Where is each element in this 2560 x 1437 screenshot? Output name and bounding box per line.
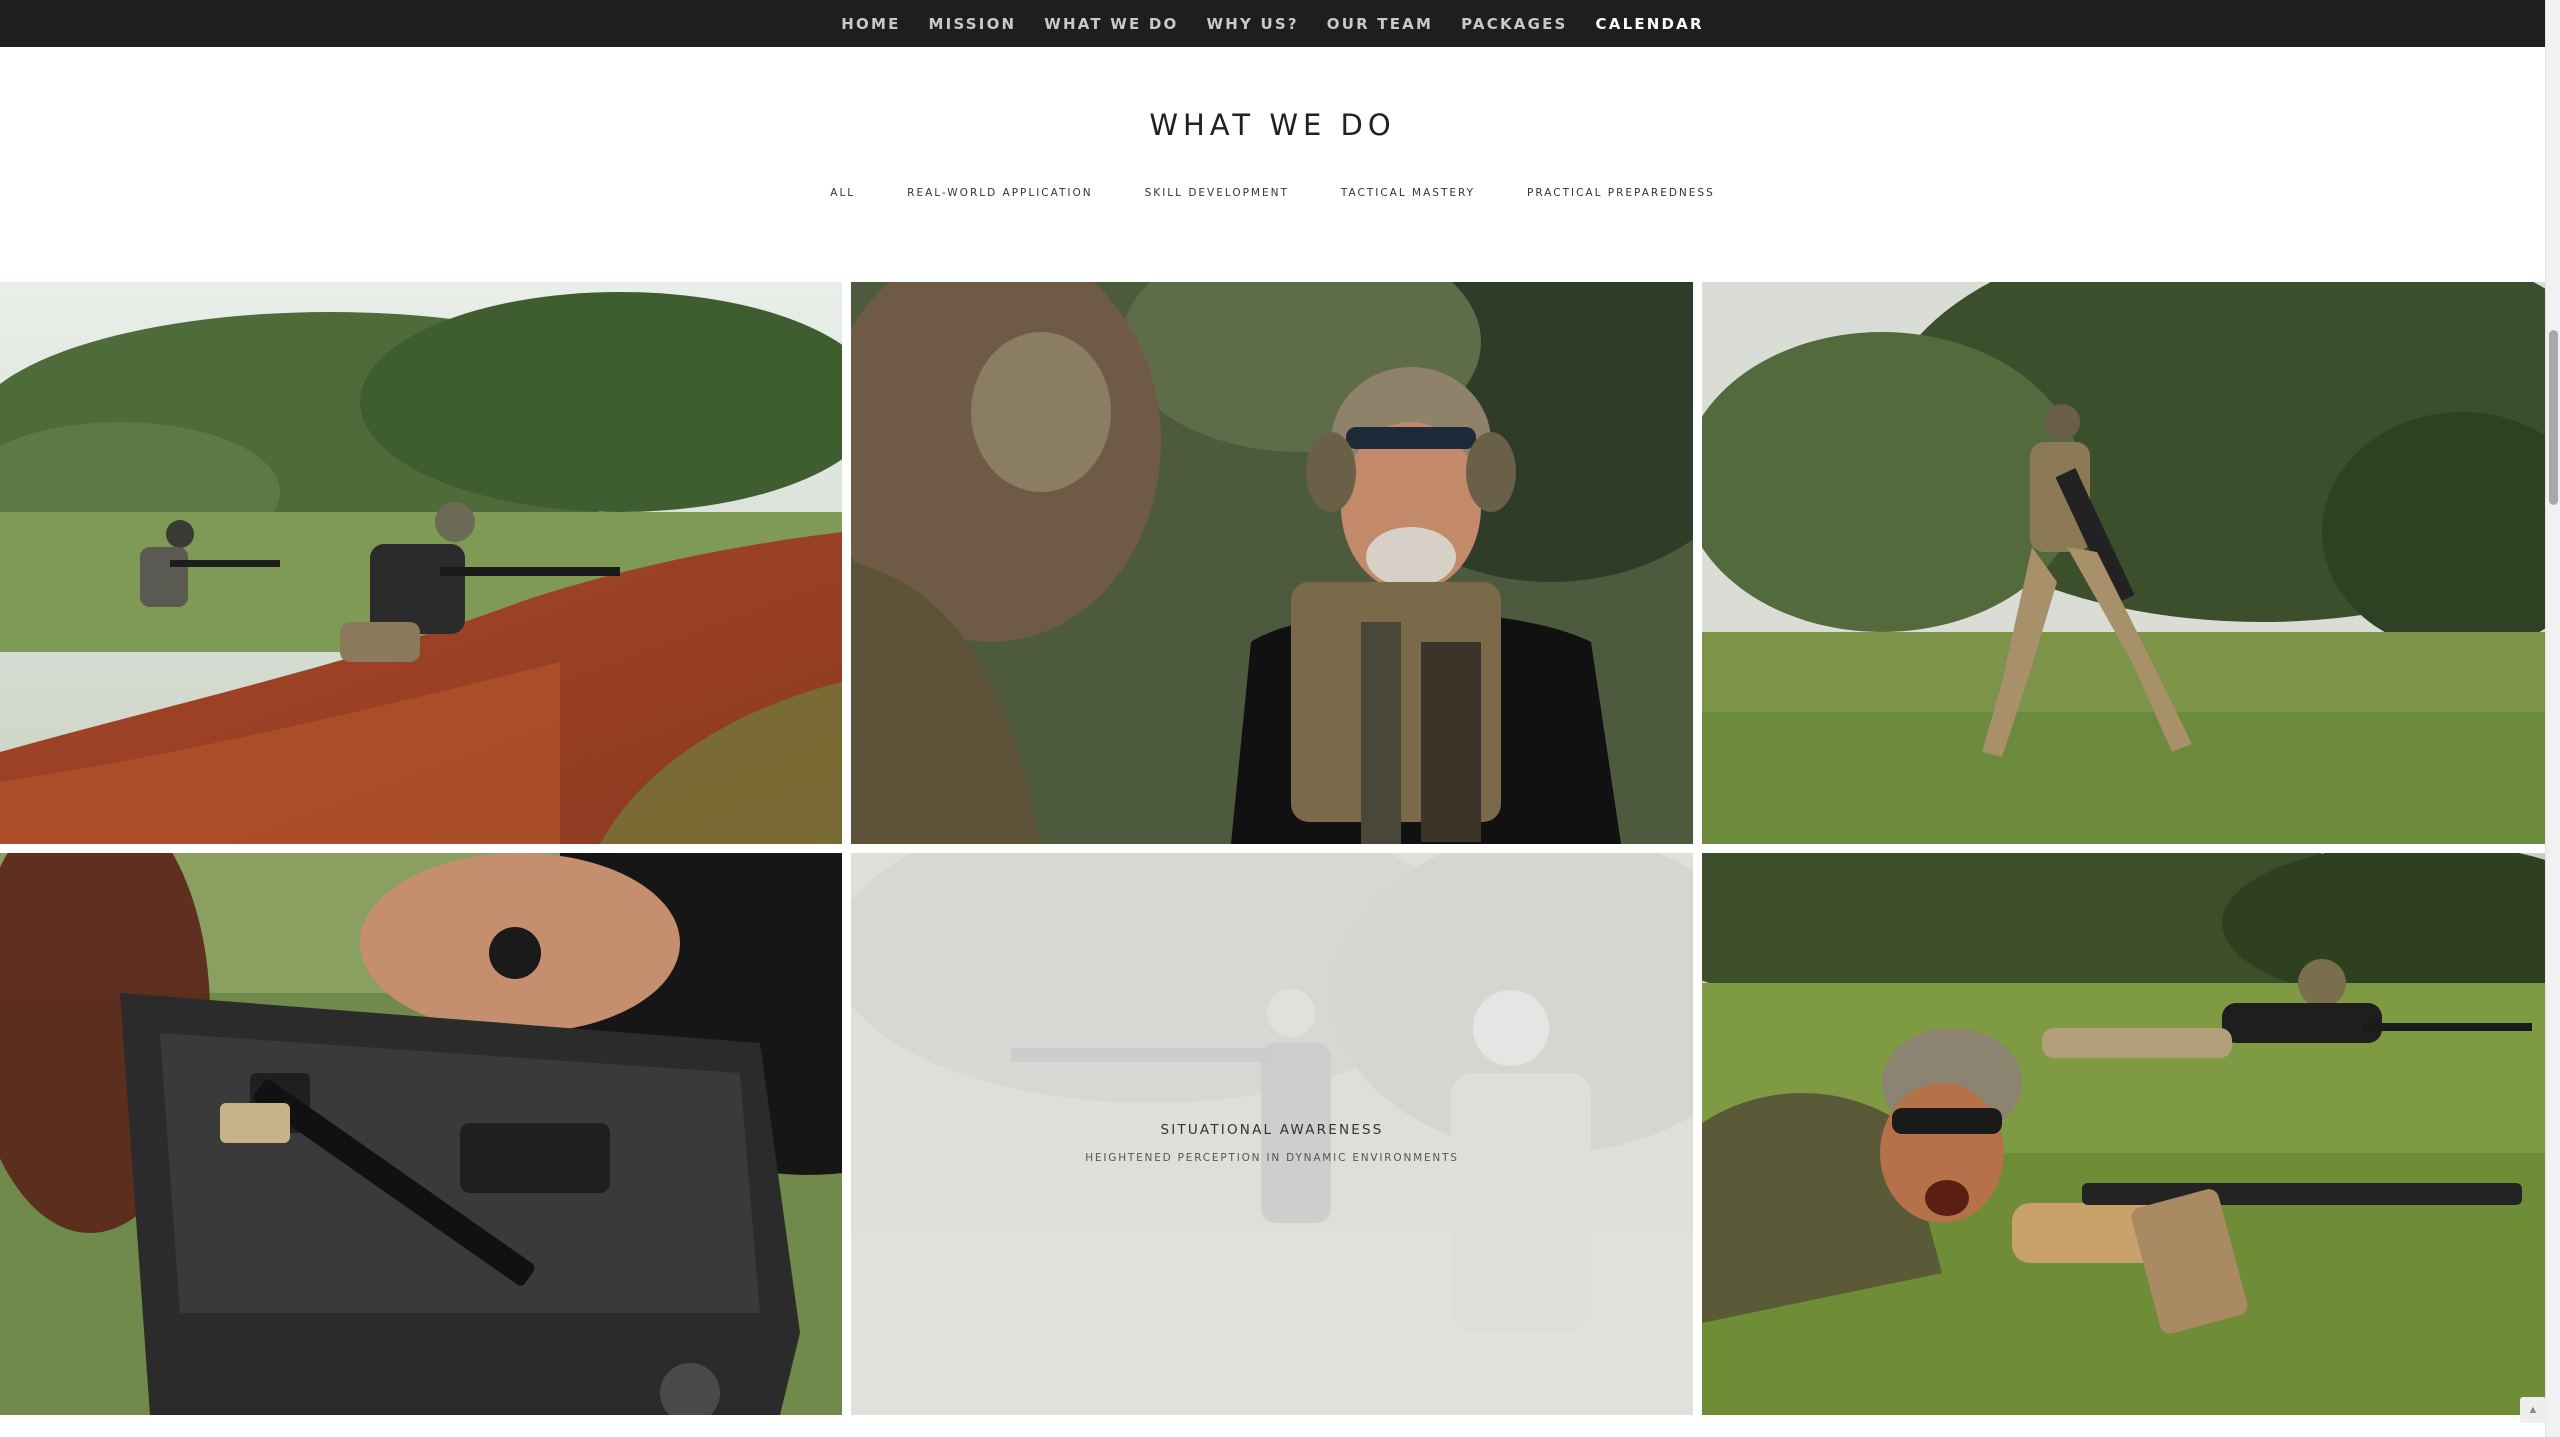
gallery-tile-prone-shooter[interactable] [1702, 853, 2545, 1415]
section-title: WHAT WE DO [1149, 108, 1396, 142]
instructor-image [851, 282, 1693, 844]
back-to-top-button[interactable]: ▲ [2520, 1397, 2546, 1423]
filter-skill-development[interactable]: SKILL DEVELOPMENT [1145, 187, 1289, 199]
gallery-tile-moving-shooter[interactable] [1702, 282, 2545, 844]
hillside-shooters-image [0, 282, 842, 844]
filter-practical-preparedness[interactable]: PRACTICAL PREPAREDNESS [1527, 187, 1715, 199]
prone-shooter-image [1702, 853, 2545, 1415]
filter-all[interactable]: ALL [830, 187, 855, 199]
nav-home-link[interactable]: HOME [841, 15, 900, 33]
chevron-up-icon: ▲ [2527, 1404, 2539, 1416]
nav-what-we-do-link[interactable]: WHAT WE DO [1044, 15, 1178, 33]
nav-why-us-link[interactable]: WHY US? [1207, 15, 1299, 33]
gallery-tile-rifle-case[interactable] [0, 853, 842, 1415]
rifle-case-image [0, 853, 842, 1415]
top-navigation: HOME MISSION WHAT WE DO WHY US? OUR TEAM… [0, 0, 2545, 47]
gallery-tile-situational-awareness[interactable]: SITUATIONAL AWARENESS HEIGHTENED PERCEPT… [851, 853, 1693, 1415]
nav-our-team-link[interactable]: OUR TEAM [1327, 15, 1433, 33]
gallery-tile-instructor[interactable] [851, 282, 1693, 844]
nav-packages-link[interactable]: PACKAGES [1461, 15, 1567, 33]
vertical-scrollbar[interactable] [2545, 0, 2560, 1437]
tile-hover-title: SITUATIONAL AWARENESS [1160, 1122, 1384, 1138]
moving-shooter-image [1702, 282, 2545, 844]
portfolio-gallery: SITUATIONAL AWARENESS HEIGHTENED PERCEPT… [0, 282, 2545, 1416]
tile-hover-overlay: SITUATIONAL AWARENESS HEIGHTENED PERCEPT… [851, 853, 1693, 1415]
scrollbar-thumb[interactable] [2549, 330, 2558, 505]
filter-real-world-application[interactable]: REAL-WORLD APPLICATION [907, 187, 1092, 199]
portfolio-filters: ALL REAL-WORLD APPLICATION SKILL DEVELOP… [0, 187, 2545, 199]
nav-calendar-link[interactable]: CALENDAR [1596, 15, 1704, 33]
tile-hover-subtitle: HEIGHTENED PERCEPTION IN DYNAMIC ENVIRON… [1085, 1152, 1459, 1164]
filter-tactical-mastery[interactable]: TACTICAL MASTERY [1341, 187, 1475, 199]
nav-mission-link[interactable]: MISSION [929, 15, 1017, 33]
gallery-tile-hillside-shooters[interactable] [0, 282, 842, 844]
